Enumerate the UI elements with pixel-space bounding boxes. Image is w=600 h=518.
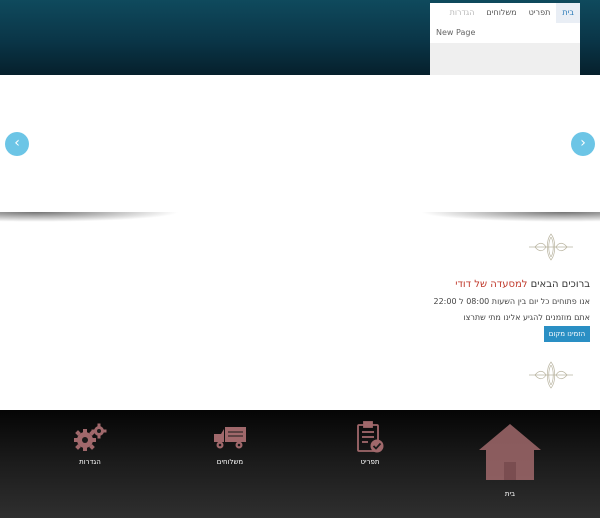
tab-settings[interactable]: הגדרות <box>444 3 481 23</box>
slider-shadow-right <box>420 212 600 222</box>
welcome-heading: ברוכים הבאים למסעדה של דודי <box>455 279 590 290</box>
home-icon <box>479 424 541 480</box>
delivery-truck-icon <box>214 427 246 449</box>
nav-delivery[interactable]: משלוחים <box>200 420 260 470</box>
image-slider: ‹ › <box>0 75 600 215</box>
tab-home[interactable]: בית <box>556 3 580 23</box>
menu-tabs: בית תפריט משלוחים הגדרות <box>430 3 580 23</box>
ornament-divider-icon <box>529 233 573 261</box>
welcome-place-name: למסעדה של דודי <box>455 279 528 290</box>
menu-top-area: בית תפריט משלוחים הגדרות New Page <box>430 3 580 43</box>
welcome-greeting: ברוכים הבאים <box>527 279 590 290</box>
tab-delivery[interactable]: משלוחים <box>480 3 522 23</box>
slider-prev-button[interactable]: ‹ <box>5 132 29 156</box>
gears-icon <box>74 423 107 451</box>
invite-text: אתם מוזמנים להגיע אלינו מתי שתרצו <box>463 313 590 322</box>
new-page-link[interactable]: New Page <box>436 28 475 37</box>
nav-delivery-label: משלוחים <box>216 458 244 466</box>
nav-settings-label: הגדרות <box>79 458 101 466</box>
nav-menu[interactable]: תפריט <box>340 418 400 470</box>
reserve-button[interactable]: הזמינו מקום <box>544 326 590 342</box>
menu-panel: בית תפריט משלוחים הגדרות New Page <box>430 3 580 75</box>
header-bar: בית תפריט משלוחים הגדרות New Page <box>0 0 600 75</box>
clipboard-check-icon <box>357 421 384 453</box>
nav-settings[interactable]: הגדרות <box>60 420 120 470</box>
bottom-nav: הגדרות משלוחים תפריט בית <box>0 410 600 518</box>
nav-menu-label: תפריט <box>360 458 380 466</box>
slider-next-button[interactable]: › <box>571 132 595 156</box>
opening-hours-text: אנו פתוחים כל יום בין השעות 08:00 ל 22:0… <box>433 297 591 306</box>
nav-home[interactable]: בית <box>475 420 545 500</box>
tab-menu[interactable]: תפריט <box>523 3 557 23</box>
slider-shadow-left <box>0 212 180 222</box>
nav-home-label: בית <box>504 490 516 498</box>
ornament-divider-bottom-icon <box>529 361 573 389</box>
